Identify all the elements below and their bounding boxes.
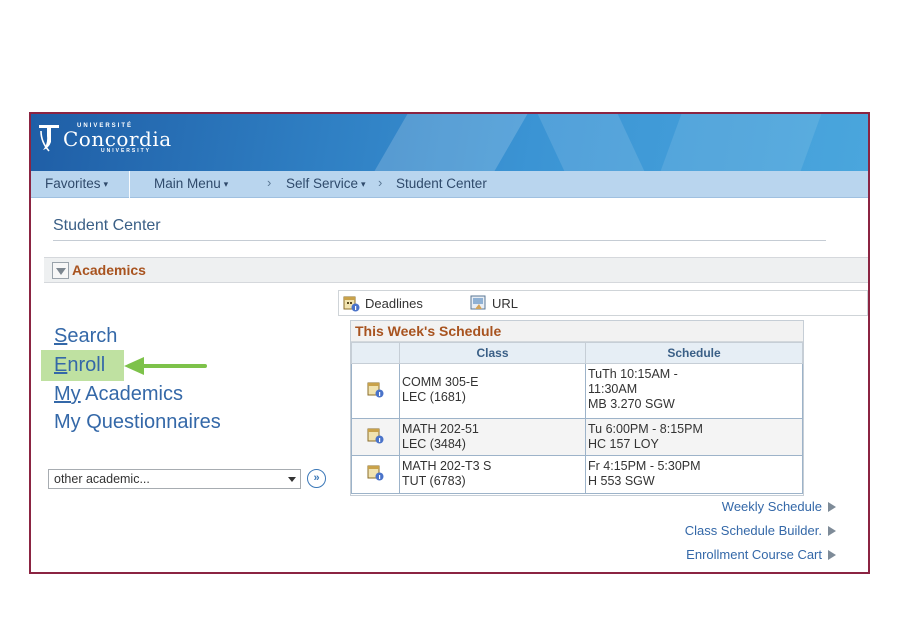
self-service-label: Self Service: [286, 176, 359, 191]
icon-column-header: [351, 342, 400, 364]
schedule-cell: Fr 4:15PM - 5:30PM H 553 SGW: [585, 455, 803, 494]
table-row: MATH 202-51 LEC (3484) Tu 6:00PM - 8:15P…: [351, 418, 803, 456]
deadlines-label: Deadlines: [365, 296, 423, 311]
other-academic-select[interactable]: other academic...: [48, 469, 301, 489]
page-title: Student Center: [53, 217, 161, 234]
favorites-label: Favorites: [45, 176, 101, 191]
chevron-down-icon: ▾: [361, 179, 366, 189]
concordia-shield-icon: [39, 125, 59, 152]
go-button[interactable]: »: [307, 469, 326, 488]
class-section: LEC (3484): [402, 437, 466, 451]
class-details-icon: [367, 382, 384, 397]
schedule-time: TuTh 10:15AM -: [588, 367, 678, 381]
breadcrumb-student-center[interactable]: Student Center: [396, 176, 487, 191]
weekly-schedule-panel: This Week's Schedule Class Schedule COMM…: [350, 320, 804, 496]
schedule-time: Tu 6:00PM - 8:15PM: [588, 422, 703, 436]
enroll-link-accesskey: E: [54, 354, 68, 376]
table-row: MATH 202-T3 S TUT (6783) Fr 4:15PM - 5:3…: [351, 455, 803, 494]
nav-divider: [129, 171, 130, 198]
other-academic-value: other academic...: [54, 472, 150, 486]
self-service-menu[interactable]: Self Service ▾: [286, 176, 366, 191]
search-link[interactable]: Search: [54, 325, 117, 348]
my-academics-link[interactable]: My Academics: [54, 383, 183, 406]
enroll-link-text: nroll: [67, 354, 106, 376]
schedule-cell: Tu 6:00PM - 8:15PM HC 157 LOY: [585, 418, 803, 456]
collapse-toggle[interactable]: [52, 262, 69, 279]
class-details-cell[interactable]: [351, 363, 400, 419]
class-column-header: Class: [399, 342, 586, 364]
concordia-logo: UNIVERSITÉ Concordia UNIVERSITY: [37, 122, 172, 154]
class-cell: MATH 202-T3 S TUT (6783): [399, 455, 586, 494]
url-label: URL: [492, 296, 519, 311]
class-section: TUT (6783): [402, 474, 466, 488]
nav-bar: Favorites ▾ Main Menu ▾ › Self Service ▾ › …: [31, 171, 868, 198]
breadcrumb-separator-icon: ›: [378, 175, 383, 190]
schedule-column-header: Schedule: [585, 342, 803, 364]
section-title: Academics: [72, 262, 146, 278]
my-questionnaires-link[interactable]: My Questionnaires: [54, 411, 221, 434]
enrollment-cart-label: Enrollment Course Cart: [686, 547, 822, 562]
favorites-menu[interactable]: Favorites ▾: [45, 176, 108, 191]
main-menu-label: Main Menu: [154, 176, 221, 191]
class-code: MATH 202-T3 S: [402, 459, 492, 473]
schedule-cell: TuTh 10:15AM - 11:30AM MB 3.270 SGW: [585, 363, 803, 419]
class-details-icon: [367, 465, 384, 481]
class-code: COMM 305-E: [402, 375, 479, 389]
academics-section-header: Academics: [44, 257, 868, 283]
class-details-cell[interactable]: [351, 418, 400, 456]
pointer-arrow-shaft: [141, 364, 207, 368]
collapse-arrow-icon: [56, 268, 66, 275]
schedule-time: Fr 4:15PM - 5:30PM: [588, 459, 701, 473]
url-link[interactable]: URL: [470, 295, 518, 312]
chevron-down-icon: ▾: [223, 179, 229, 189]
arrow-right-icon: [828, 550, 836, 560]
calendar-info-icon: [343, 296, 360, 312]
arrow-right-icon: [828, 526, 836, 536]
search-link-accesskey: S: [54, 325, 68, 347]
enrollment-cart-link[interactable]: Enrollment Course Cart: [686, 547, 836, 562]
schedule-time-end: 11:30AM: [588, 382, 638, 396]
header-banner: UNIVERSITÉ Concordia UNIVERSITY: [31, 114, 868, 171]
my-academics-text: Academics: [80, 383, 183, 405]
search-link-text: earch: [67, 325, 118, 347]
logo-main-text: Concordia: [63, 126, 172, 151]
class-cell: MATH 202-51 LEC (3484): [399, 418, 586, 456]
class-details-icon: [367, 428, 384, 443]
class-schedule-builder-label: Class Schedule Builder.: [684, 523, 822, 538]
weekly-schedule-link[interactable]: Weekly Schedule: [722, 499, 836, 514]
schedule-room: H 553 SGW: [588, 474, 655, 488]
browser-frame: UNIVERSITÉ Concordia UNIVERSITY Favorite…: [29, 112, 870, 574]
enroll-link[interactable]: Enroll: [54, 354, 105, 377]
deadlines-link[interactable]: Deadlines: [343, 295, 423, 312]
schedule-title: This Week's Schedule: [351, 321, 803, 342]
arrow-right-icon: [828, 502, 836, 512]
class-schedule-builder-link[interactable]: Class Schedule Builder.: [685, 523, 836, 538]
main-menu[interactable]: Main Menu ▾: [154, 176, 228, 191]
quick-links-bar: Deadlines URL: [338, 290, 868, 316]
table-row: COMM 305-E LEC (1681) TuTh 10:15AM - 11:…: [351, 363, 803, 419]
weekly-schedule-label: Weekly Schedule: [721, 499, 822, 514]
chevron-down-icon: ▾: [103, 179, 109, 189]
class-cell: COMM 305-E LEC (1681): [399, 363, 586, 419]
schedule-room: MB 3.270 SGW: [588, 397, 675, 411]
schedule-room: HC 157 LOY: [588, 437, 659, 451]
class-section: LEC (1681): [402, 390, 466, 404]
url-icon: [470, 295, 486, 310]
title-divider: [53, 240, 826, 241]
my-academics-accesskey: My: [54, 383, 81, 405]
chevron-down-icon: [288, 477, 296, 482]
schedule-table: Class Schedule COMM 305-E LEC (1681) TuT…: [351, 342, 803, 494]
class-details-cell[interactable]: [351, 455, 400, 494]
class-code: MATH 202-51: [402, 422, 479, 436]
breadcrumb-separator-icon: ›: [267, 175, 272, 190]
